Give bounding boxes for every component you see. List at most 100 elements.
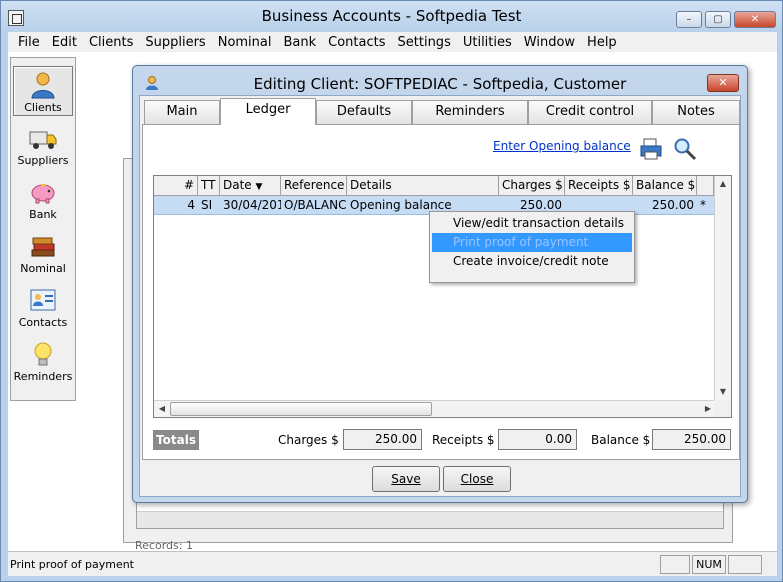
totals-label: Totals xyxy=(153,430,199,450)
truck-icon xyxy=(29,124,57,152)
save-button-label: Save xyxy=(391,472,421,486)
col-receipts[interactable]: Receipts $ xyxy=(565,176,633,196)
menu-item-view-edit-transaction[interactable]: View/edit transaction details xyxy=(432,214,632,233)
menu-utilities[interactable]: Utilities xyxy=(457,35,518,50)
lightbulb-icon xyxy=(29,340,57,368)
search-icon[interactable] xyxy=(673,137,697,161)
grid-hscrollbar[interactable]: ◀ ▶ xyxy=(154,400,716,417)
window-controls: – ▢ ✕ xyxy=(676,11,776,28)
sidebar-item-clients[interactable]: Clients xyxy=(13,66,73,116)
hscroll-thumb[interactable] xyxy=(170,402,432,416)
cell-number: 4 xyxy=(187,198,195,212)
maximize-button[interactable]: ▢ xyxy=(705,11,731,28)
cell-flag: * xyxy=(700,198,706,212)
total-charges-label: Charges $ xyxy=(278,433,339,447)
cell-balance: 250.00 xyxy=(652,198,694,212)
background-hscrollbar[interactable] xyxy=(137,511,723,528)
save-button[interactable]: Save xyxy=(372,466,440,492)
background-grid xyxy=(136,499,724,529)
total-receipts-label: Receipts $ xyxy=(432,433,495,447)
totals-bar: Totals Charges $ 250.00 Receipts $ 0.00 … xyxy=(153,428,732,454)
col-number[interactable]: # xyxy=(154,176,198,196)
total-balance-label: Balance $ xyxy=(591,433,651,447)
cell-reference: O/BALANCE xyxy=(284,198,347,212)
sidebar-item-suppliers[interactable]: Suppliers xyxy=(13,120,73,170)
dialog-close-button[interactable]: ✕ xyxy=(707,74,739,92)
sidebar-item-contacts[interactable]: Contacts xyxy=(13,282,73,332)
edit-client-dialog: Editing Client: SOFTPEDIAC - Softpedia, … xyxy=(132,65,748,503)
tab-ledger[interactable]: Ledger xyxy=(220,98,316,125)
context-menu: View/edit transaction details Print proo… xyxy=(429,211,635,283)
col-charges[interactable]: Charges $ xyxy=(499,176,565,196)
cell-tt: SI xyxy=(201,198,213,212)
status-num-indicator: NUM xyxy=(692,555,726,574)
sidebar-item-label: Clients xyxy=(24,101,62,114)
minimize-button[interactable]: – xyxy=(676,11,702,28)
sidebar-item-bank[interactable]: Bank xyxy=(13,174,73,224)
cell-date: 30/04/2013 xyxy=(223,198,281,212)
col-flag xyxy=(697,176,714,196)
sort-desc-icon: ▼ xyxy=(255,182,263,192)
total-receipts-value: 0.00 xyxy=(498,429,577,450)
menu-item-create-invoice-credit-note[interactable]: Create invoice/credit note xyxy=(432,252,632,271)
sidebar-item-label: Reminders xyxy=(13,370,73,383)
sidebar-item-label: Nominal xyxy=(20,262,66,275)
col-reference[interactable]: Reference xyxy=(281,176,347,196)
col-balance[interactable]: Balance $ xyxy=(633,176,697,196)
menu-settings[interactable]: Settings xyxy=(392,35,457,50)
menu-help[interactable]: Help xyxy=(581,35,623,50)
col-tt[interactable]: TT xyxy=(198,176,220,196)
close-button[interactable]: ✕ xyxy=(734,11,776,28)
scroll-left-icon[interactable]: ◀ xyxy=(154,401,170,417)
books-icon xyxy=(29,232,57,260)
tab-strip: Main Ledger Defaults Reminders Credit co… xyxy=(142,98,740,125)
total-balance-value: 250.00 xyxy=(652,429,731,450)
piggy-bank-icon xyxy=(29,178,57,206)
sidebar-toolbar: Clients Suppliers Bank Nominal Contacts xyxy=(10,57,76,401)
menu-file[interactable]: File xyxy=(12,35,46,50)
col-date[interactable]: Date ▼ xyxy=(220,176,281,196)
main-window: Business Accounts - Softpedia Test – ▢ ✕… xyxy=(0,0,783,582)
menu-bank[interactable]: Bank xyxy=(278,35,323,50)
status-bar: Print proof of payment NUM xyxy=(8,551,777,576)
printer-icon[interactable] xyxy=(639,137,663,161)
scroll-corner xyxy=(714,400,731,417)
scroll-up-icon[interactable]: ▲ xyxy=(715,176,731,192)
close-button-label: Close xyxy=(460,472,494,486)
menu-bar: File Edit Clients Suppliers Nominal Bank… xyxy=(8,32,777,52)
sidebar-item-reminders[interactable]: Reminders xyxy=(13,336,73,386)
tab-reminders[interactable]: Reminders xyxy=(412,100,528,124)
col-date-label: Date xyxy=(223,178,252,192)
dialog-body: Main Ledger Defaults Reminders Credit co… xyxy=(139,95,741,497)
col-details[interactable]: Details xyxy=(347,176,499,196)
grid-vscrollbar[interactable]: ▲ ▼ xyxy=(714,176,731,400)
status-pane-empty-2 xyxy=(728,555,762,574)
menu-window[interactable]: Window xyxy=(518,35,581,50)
menu-edit[interactable]: Edit xyxy=(46,35,83,50)
menu-nominal[interactable]: Nominal xyxy=(212,35,278,50)
enter-opening-balance-link[interactable]: Enter Opening balance xyxy=(493,139,631,153)
tab-defaults[interactable]: Defaults xyxy=(316,100,412,124)
grid-header: # TT Date ▼ Reference Details Charges $ … xyxy=(154,176,714,196)
sidebar-item-label: Suppliers xyxy=(17,154,69,167)
menu-clients[interactable]: Clients xyxy=(83,35,139,50)
window-title: Business Accounts - Softpedia Test xyxy=(261,7,522,25)
sidebar-item-label: Bank xyxy=(29,208,57,221)
sidebar-item-nominal[interactable]: Nominal xyxy=(13,228,73,278)
menu-item-print-proof-of-payment[interactable]: Print proof of payment xyxy=(432,233,632,252)
ledger-panel: Enter Opening balance # TT Date ▼ Refere… xyxy=(142,124,740,460)
dialog-title: Editing Client: SOFTPEDIAC - Softpedia, … xyxy=(253,75,627,93)
status-pane-empty xyxy=(660,555,690,574)
total-charges-value: 250.00 xyxy=(343,429,422,450)
tab-credit-control[interactable]: Credit control xyxy=(528,100,652,124)
contact-card-icon xyxy=(29,286,57,314)
status-text: Print proof of payment xyxy=(10,558,134,571)
person-icon xyxy=(29,71,57,99)
sidebar-item-label: Contacts xyxy=(18,316,68,329)
tab-main[interactable]: Main xyxy=(144,100,220,124)
scroll-down-icon[interactable]: ▼ xyxy=(715,384,731,400)
menu-suppliers[interactable]: Suppliers xyxy=(139,35,211,50)
menu-contacts[interactable]: Contacts xyxy=(322,35,391,50)
tab-notes[interactable]: Notes xyxy=(652,100,740,124)
close-dialog-button[interactable]: Close xyxy=(443,466,511,492)
